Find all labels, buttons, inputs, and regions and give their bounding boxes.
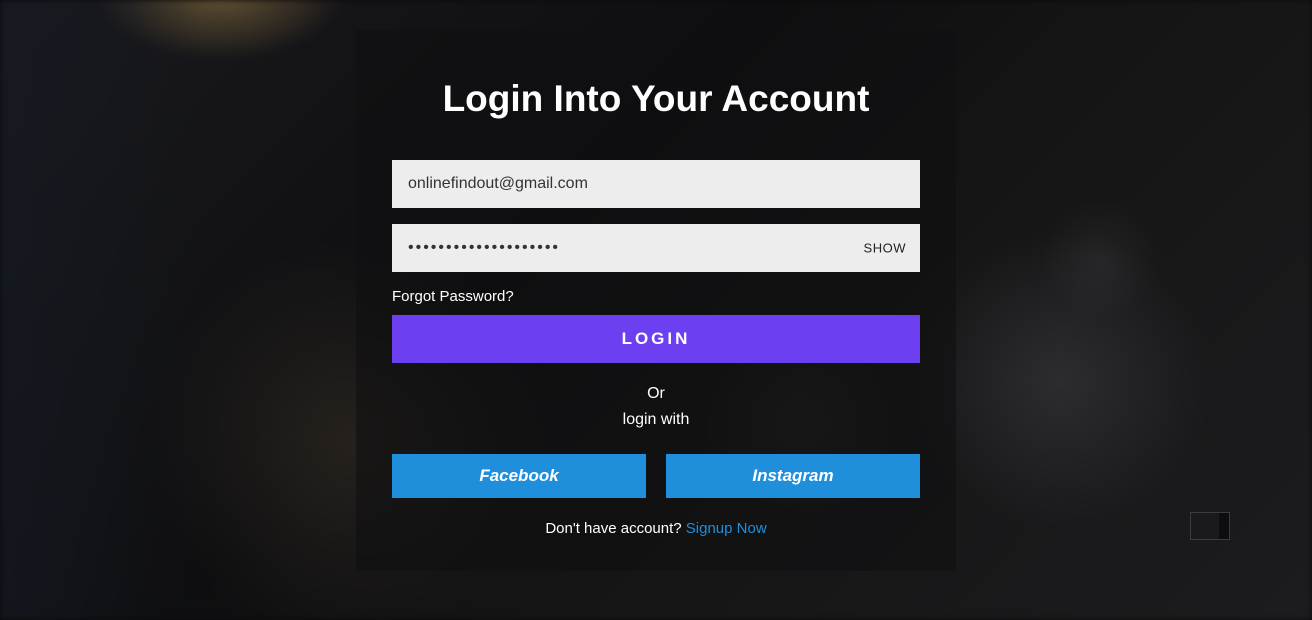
login-with-label: login with (392, 407, 920, 433)
corner-widget-blue (1219, 513, 1229, 539)
facebook-login-button[interactable]: Facebook (392, 454, 646, 498)
signup-prompt: Don't have account? (545, 520, 685, 537)
or-label: Or (392, 381, 920, 407)
show-password-toggle[interactable]: SHOW (864, 241, 906, 256)
login-title: Login Into Your Account (392, 78, 920, 120)
or-divider: Or login with (392, 381, 920, 432)
corner-widget[interactable] (1190, 512, 1230, 540)
forgot-password-link[interactable]: Forgot Password? (392, 288, 920, 305)
password-wrapper: SHOW (392, 224, 920, 272)
email-input[interactable] (392, 160, 920, 208)
instagram-login-button[interactable]: Instagram (666, 454, 920, 498)
login-button[interactable]: LOGIN (392, 315, 920, 363)
signup-row: Don't have account? Signup Now (392, 520, 920, 537)
password-input[interactable] (392, 224, 920, 272)
social-buttons-row: Facebook Instagram (392, 454, 920, 498)
signup-link[interactable]: Signup Now (686, 520, 767, 537)
corner-widget-dark (1191, 513, 1219, 539)
login-card: Login Into Your Account SHOW Forgot Pass… (356, 30, 956, 571)
